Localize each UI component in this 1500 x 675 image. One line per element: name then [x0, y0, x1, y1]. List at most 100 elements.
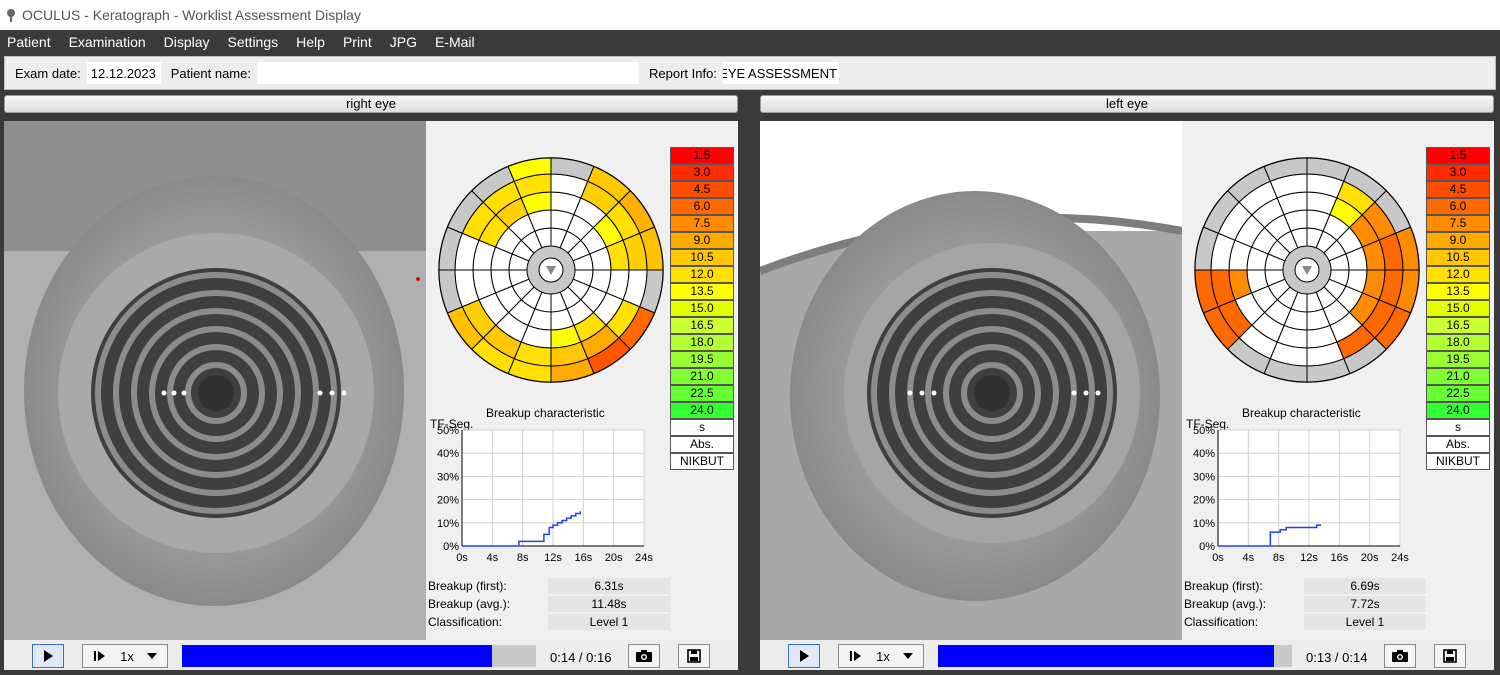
- breakup-avg-label: Breakup (avg.):: [1184, 597, 1267, 611]
- right-eye-tear-film-map: [438, 157, 664, 383]
- x-tick-label: 8s: [517, 552, 529, 564]
- progress-fill: [938, 645, 1275, 667]
- report-info-field[interactable]: RY EYE ASSESSMENT: [722, 62, 839, 84]
- scale-cell: 3.0: [670, 164, 734, 181]
- y-tick-label: 40%: [437, 448, 459, 460]
- menu-patient[interactable]: Patient: [7, 34, 51, 50]
- breakup-chart-title: Breakup characteristic: [486, 406, 605, 420]
- scale-label: Abs.: [1426, 436, 1490, 453]
- pupil-center: [974, 375, 1010, 411]
- y-tick-label: 20%: [437, 495, 459, 507]
- save-icon: [687, 649, 701, 663]
- save-icon: [1443, 649, 1457, 663]
- chevron-down-icon: [146, 653, 157, 659]
- menu-settings[interactable]: Settings: [228, 34, 279, 50]
- menu-jpg[interactable]: JPG: [390, 34, 417, 50]
- right-video-progress[interactable]: [182, 645, 536, 667]
- x-tick-label: 12s: [544, 552, 562, 564]
- left-video-progress[interactable]: [938, 645, 1292, 667]
- x-tick-label: 24s: [635, 552, 653, 564]
- title-bar: OCULUS - Keratograph - Worklist Assessme…: [0, 0, 1500, 30]
- breakup-avg-label: Breakup (avg.):: [428, 597, 511, 611]
- left-eye-placido-image: [760, 121, 1182, 641]
- left-save-button[interactable]: [1434, 644, 1466, 668]
- pupil-center: [198, 375, 234, 411]
- scale-cell: 24.0: [1426, 402, 1490, 419]
- scale-cell: 4.5: [1426, 181, 1490, 198]
- scale-cell: 4.5: [670, 181, 734, 198]
- x-tick-label: 0s: [1212, 552, 1224, 564]
- left-snapshot-button[interactable]: [1384, 644, 1416, 668]
- play-icon: [44, 650, 53, 662]
- scale-cell: 1.5: [1426, 147, 1490, 164]
- scale-cell: 15.0: [1426, 300, 1490, 317]
- scale-cell: 12.0: [1426, 266, 1490, 283]
- left-eye-tear-film-map: [1194, 157, 1420, 383]
- classification-label: Classification:: [428, 615, 503, 629]
- scale-cell: 10.5: [670, 249, 734, 266]
- y-tick-label: 30%: [1193, 471, 1215, 483]
- left-eye-player-controls: 1x 0:13 / 0:14: [760, 640, 1494, 670]
- x-tick-label: 4s: [487, 552, 499, 564]
- scale-cell: 24.0: [670, 402, 734, 419]
- scale-cell: 3.0: [1426, 164, 1490, 181]
- scale-cell: 16.5: [670, 317, 734, 334]
- menu-examination[interactable]: Examination: [69, 34, 146, 50]
- left-speed-dropdown[interactable]: 1x: [838, 644, 924, 668]
- camera-icon: [1392, 650, 1408, 662]
- y-tick-label: 50%: [1193, 426, 1215, 437]
- left-play-button[interactable]: [788, 644, 820, 668]
- scale-cell: 7.5: [1426, 215, 1490, 232]
- menu-print[interactable]: Print: [343, 34, 372, 50]
- step-play-icon: [850, 651, 862, 661]
- left-timecode: 0:13 / 0:14: [1306, 650, 1368, 665]
- menu-help[interactable]: Help: [296, 34, 325, 50]
- y-tick-label: 50%: [437, 426, 459, 437]
- scale-cell: 6.0: [670, 198, 734, 215]
- exam-info-bar: Exam date: 12.12.2023 Patient name: Repo…: [4, 56, 1496, 90]
- breakup-first-label: Breakup (first):: [428, 579, 507, 593]
- classification-label: Classification:: [1184, 615, 1259, 629]
- breakup-avg-value: 11.48s: [548, 596, 670, 612]
- right-save-button[interactable]: [678, 644, 710, 668]
- right-speed-dropdown[interactable]: 1x: [82, 644, 168, 668]
- menu-display[interactable]: Display: [164, 34, 210, 50]
- scale-cell: 12.0: [670, 266, 734, 283]
- y-tick-label: 10%: [437, 518, 459, 530]
- patient-name-field[interactable]: [256, 62, 639, 84]
- right-eye-player-controls: 1x 0:14 / 0:16: [4, 640, 738, 670]
- menu-email[interactable]: E-Mail: [435, 34, 475, 50]
- scale-label: Abs.: [670, 436, 734, 453]
- right-eye-breakup-chart: 50%40%30%20%10%0%0s 4s 8s 12s 16s 20s 24s: [437, 426, 653, 564]
- breakup-avg-value: 7.72s: [1304, 596, 1426, 612]
- left-eye-breakup-chart: 50%40%30%20%10%0%0s 4s 8s 12s 16s 20s 24s: [1193, 426, 1409, 564]
- x-tick-label: 20s: [605, 552, 623, 564]
- right-snapshot-button[interactable]: [628, 644, 660, 668]
- left-eye-panel: left eye 1.5 3.0 4.5 6.0 7.5 9.0 10.5 12.0 13.5 1…: [760, 95, 1494, 670]
- scale-cell: 9.0: [1426, 232, 1490, 249]
- speed-value: 1x: [120, 648, 134, 664]
- right-play-button[interactable]: [32, 644, 64, 668]
- breakup-first-value: 6.31s: [548, 578, 670, 594]
- scale-label: NIKBUT: [670, 453, 734, 470]
- right-eye-stats: Breakup (first): 6.31s Breakup (avg.): 11.…: [426, 577, 738, 631]
- report-info-label: Report Info:: [648, 65, 717, 81]
- left-eye-color-scale: 1.5 3.0 4.5 6.0 7.5 9.0 10.5 12.0 13.5 15.0 16.5 18…: [1426, 147, 1490, 470]
- x-tick-label: 16s: [574, 552, 592, 564]
- scale-cell: 18.0: [670, 334, 734, 351]
- scale-cell: 1.5: [670, 147, 734, 164]
- scale-cell: 13.5: [1426, 283, 1490, 300]
- breakup-first-value: 6.69s: [1304, 578, 1426, 594]
- oculus-app-icon: [6, 8, 16, 22]
- left-eye-stats: Breakup (first): 6.69s Breakup (avg.): 7.7…: [1182, 577, 1494, 631]
- y-tick-label: 40%: [1193, 448, 1215, 460]
- exam-date-field[interactable]: 12.12.2023: [86, 62, 161, 84]
- y-tick-label: 30%: [437, 471, 459, 483]
- right-timecode: 0:14 / 0:16: [550, 650, 612, 665]
- scale-cell: 19.5: [1426, 351, 1490, 368]
- scale-label: NIKBUT: [1426, 453, 1490, 470]
- x-tick-label: 0s: [456, 552, 468, 564]
- left-eye-analysis: 1.5 3.0 4.5 6.0 7.5 9.0 10.5 12.0 13.5 15.0 16.5 18…: [1182, 121, 1494, 641]
- scale-cell: 13.5: [670, 283, 734, 300]
- classification-value: Level 1: [1304, 614, 1426, 630]
